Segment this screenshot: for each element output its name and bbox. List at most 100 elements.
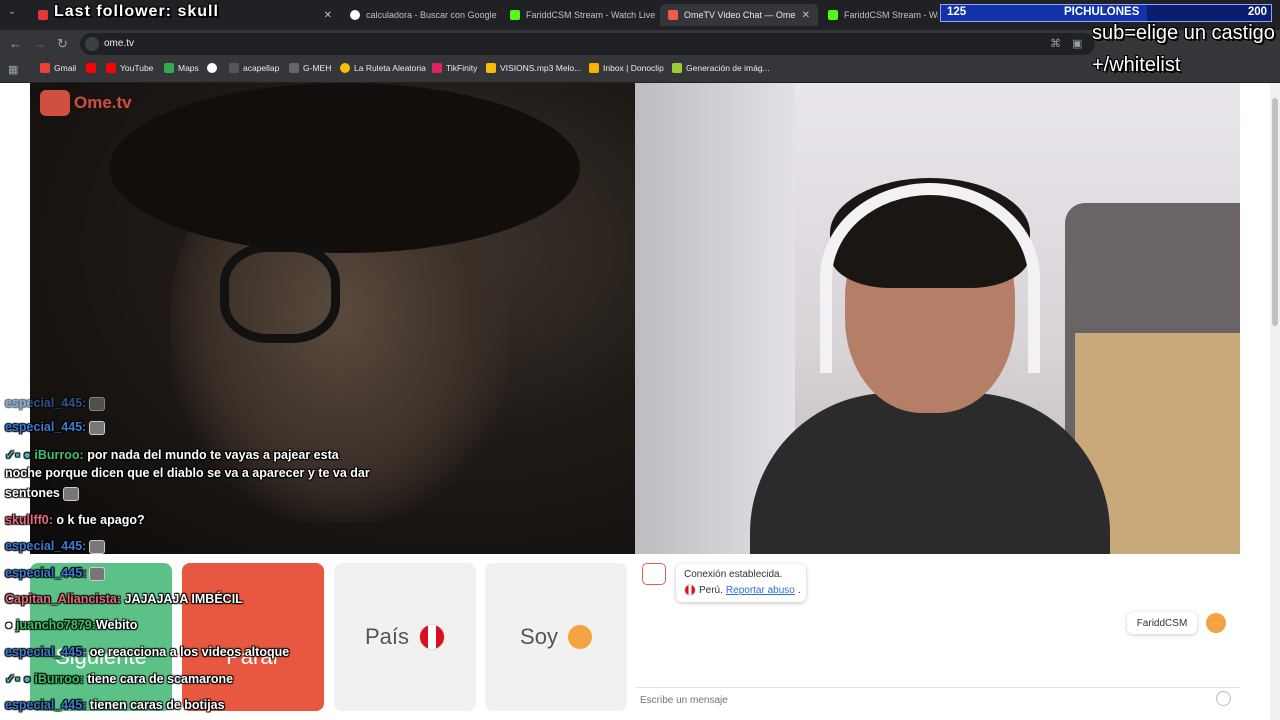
glasses-shape xyxy=(220,243,340,343)
peru-flag-icon xyxy=(684,584,696,596)
stranger-video xyxy=(30,83,635,554)
close-tab-icon[interactable]: ✕ xyxy=(324,10,332,21)
bookmark-label: VISIONS.mp3 Melo... xyxy=(500,63,582,73)
input-divider xyxy=(636,687,1240,688)
emote-icon xyxy=(62,486,79,501)
country-line: Perú. Reportar abuso. xyxy=(684,584,801,596)
kick-favicon-icon xyxy=(828,10,838,20)
link-icon xyxy=(432,63,442,73)
country-button[interactable]: País xyxy=(334,563,476,711)
report-abuse-link[interactable]: Reportar abuso xyxy=(726,585,795,596)
chat-message-continued: noche porque dicen que el diablo se va a… xyxy=(5,466,370,480)
stop-button[interactable]: Parar xyxy=(182,563,324,711)
translate-icon[interactable]: ⌘ xyxy=(1050,37,1061,50)
back-icon[interactable]: ← xyxy=(9,36,22,51)
google-icon xyxy=(207,63,217,73)
goal-bar: 125 PICHULONES 200 xyxy=(940,4,1272,22)
bookmark-label: TikFinity xyxy=(446,63,478,73)
tab-label: FariddCSM Stream - Watch Live xyxy=(526,10,656,20)
bookmark-tikfinity[interactable]: TikFinity xyxy=(432,63,477,73)
chat-username: juancho7879: xyxy=(16,618,96,632)
own-username-bubble: FariddCSM xyxy=(1127,612,1197,634)
youtube-icon xyxy=(86,63,96,73)
chat-message: ✓▪ ● iBurroo: por nada del mundo te vaya… xyxy=(5,447,339,462)
tab-search-icon[interactable]: ⌄ xyxy=(8,6,16,17)
bookmark-gmeh[interactable]: G-MEH xyxy=(289,63,331,73)
chat-message: especial_445: xyxy=(5,566,106,581)
reload-icon[interactable]: ↻ xyxy=(57,36,68,52)
chat-message: Capitan_Aliancista: JAJAJAJA IMBÉCIL xyxy=(5,592,243,606)
shirt-shape xyxy=(750,393,1110,554)
tab-calculadora[interactable]: calculadora - Buscar con Google ✕ xyxy=(342,4,500,26)
drive-icon xyxy=(486,63,496,73)
chat-message: especial_445: xyxy=(5,539,106,554)
emote-icon xyxy=(89,566,106,581)
badge-icons: ✓▪ ● xyxy=(5,448,35,462)
emoji-picker-icon[interactable] xyxy=(1216,691,1231,706)
emote-icon xyxy=(89,420,106,435)
chat-text: JAJAJAJA IMBÉCIL xyxy=(124,592,243,606)
badge-icons: ✓▪ ● xyxy=(5,672,35,686)
youtube-favicon-icon xyxy=(38,10,48,20)
ometv-logo-text: Ome.tv xyxy=(74,93,132,112)
ometv-favicon-icon xyxy=(668,10,678,20)
bookmark-google[interactable] xyxy=(207,63,217,73)
close-tab-icon[interactable]: ✕ xyxy=(802,10,810,21)
youtube-icon xyxy=(106,63,116,73)
tab-kick-stream[interactable]: FariddCSM Stream - Watch Live ✕ xyxy=(502,4,658,26)
gmail-icon xyxy=(40,63,50,73)
chat-username: iBurroo: xyxy=(34,448,84,462)
tab-label: calculadora - Buscar con Google xyxy=(366,10,497,20)
chat-username: especial_445: xyxy=(5,396,87,410)
bookmark-visions[interactable]: VISIONS.mp3 Melo... xyxy=(486,63,581,73)
bookmark-gmail[interactable]: Gmail xyxy=(40,63,76,73)
whitelist-overlay: +/whitelist xyxy=(1092,54,1181,76)
own-username: FariddCSM xyxy=(1136,617,1188,629)
bookmark-generacion[interactable]: Generación de imág... xyxy=(672,63,770,73)
bookmark-maps[interactable]: Maps xyxy=(164,63,199,73)
bookmark-donoclip[interactable]: Inbox | Donoclip xyxy=(589,63,664,73)
site-info-icon[interactable] xyxy=(85,37,99,51)
tab-kick-stream-2[interactable]: FariddCSM Stream - Watch xyxy=(820,4,938,26)
message-input[interactable] xyxy=(640,692,1210,708)
chat-username: Capitan_Aliancista: xyxy=(5,592,122,606)
boy-emoji-icon xyxy=(567,625,592,649)
chat-username: especial_445: xyxy=(5,539,87,553)
bookmark-label: La Ruleta Aleatoria xyxy=(354,63,426,73)
bookmark-label: Generación de imág... xyxy=(686,63,770,73)
sub-punishment-overlay: sub=elige un castigo xyxy=(1092,22,1275,44)
bookmark-youtube-shortcut[interactable] xyxy=(86,63,96,73)
link-icon xyxy=(340,63,350,73)
bookmark-ruleta[interactable]: La Ruleta Aleatoria xyxy=(340,63,426,73)
screenshot-icon[interactable]: ▣ xyxy=(1072,37,1082,50)
chat-username: especial_445: xyxy=(5,566,87,580)
link-icon xyxy=(229,63,239,73)
forward-icon[interactable]: → xyxy=(33,36,46,51)
tab-label: OmeTV Video Chat — Ome xyxy=(684,10,796,20)
chat-message: especial_445: xyxy=(5,420,106,435)
tab-ometv[interactable]: OmeTV Video Chat — Ome ✕ xyxy=(660,4,818,26)
kick-favicon-icon xyxy=(510,10,520,20)
bookmark-youtube[interactable]: YouTube xyxy=(106,63,153,73)
apps-grid-icon[interactable]: ▦ xyxy=(8,63,18,76)
peru-flag-icon xyxy=(419,624,446,650)
gender-button[interactable]: Soy xyxy=(485,563,627,711)
bookmark-label: Maps xyxy=(178,63,199,73)
chat-text: tienen caras de botijas xyxy=(89,698,225,712)
self-video xyxy=(635,83,1240,554)
next-button[interactable]: Siguiente xyxy=(30,563,172,711)
last-follower-overlay: Last follower: skull xyxy=(54,3,219,20)
country-button-label: País xyxy=(364,624,410,649)
report-abuse-suffix: . xyxy=(797,584,801,596)
chat-username: iBurroo: xyxy=(34,672,84,686)
bookmark-label: Inbox | Donoclip xyxy=(603,63,664,73)
bookmark-acapellap[interactable]: acapellap xyxy=(229,63,279,73)
chat-message: especial_445: oe reacciona a los videos … xyxy=(5,645,289,659)
bookmark-label: G-MEH xyxy=(303,63,332,73)
chat-username: especial_445: xyxy=(5,420,87,434)
chat-text: oe reacciona a los videos altoque xyxy=(89,645,290,659)
chat-text: tiene cara de scamarone xyxy=(87,672,234,686)
scrollbar-thumb[interactable] xyxy=(1272,98,1278,326)
address-bar[interactable] xyxy=(80,33,1095,55)
chat-message: especial_445: tienen caras de botijas xyxy=(5,698,225,712)
